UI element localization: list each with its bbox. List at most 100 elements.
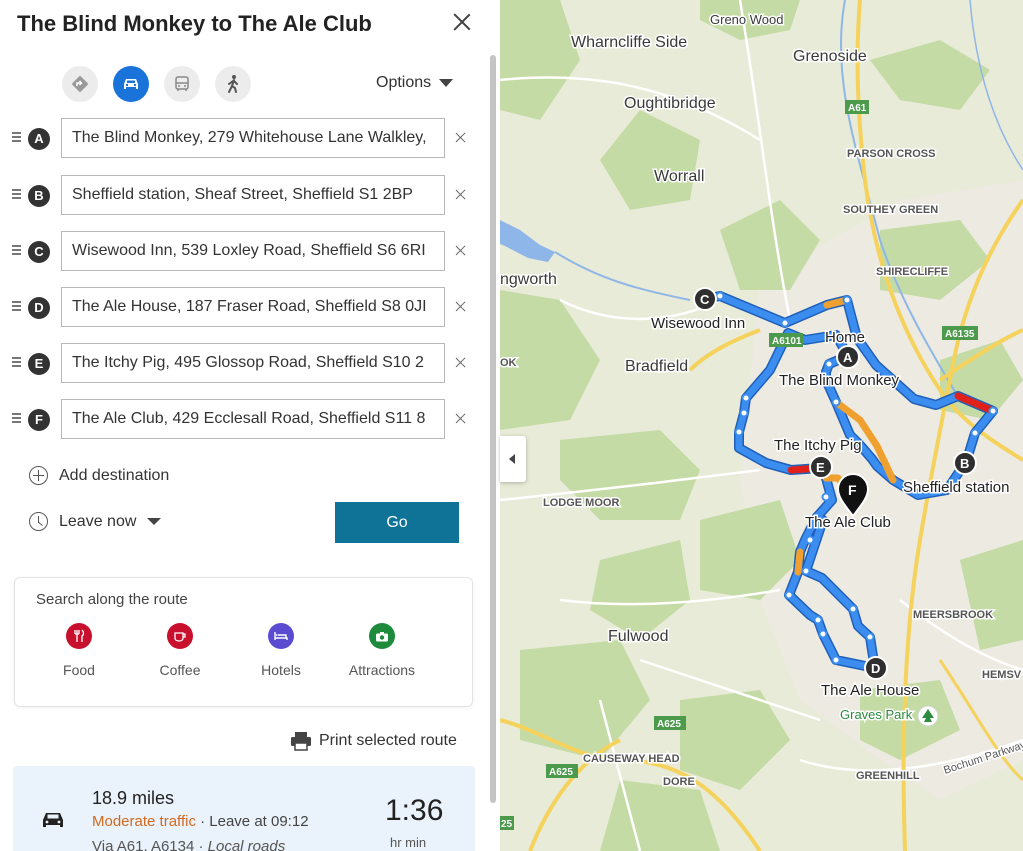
map-svg[interactable]: Greno Wood Wharncliffe Side Grenoside Ou… — [500, 0, 1023, 851]
go-button[interactable]: Go — [335, 502, 459, 543]
drag-handle-icon[interactable] — [12, 357, 21, 369]
waypoint-input-b[interactable] — [61, 175, 445, 215]
waypoint-input-f[interactable] — [61, 399, 445, 439]
traffic-label: Moderate traffic — [92, 813, 196, 830]
travel-mode-bar — [62, 66, 251, 102]
road-shield-label: 25 — [501, 819, 513, 830]
car-icon — [124, 79, 138, 89]
route-duration: 1:36 — [385, 794, 444, 827]
waypoint-row-f: F — [0, 399, 500, 439]
map-canvas[interactable]: Greno Wood Wharncliffe Side Grenoside Ou… — [500, 0, 1023, 851]
remove-waypoint-button[interactable] — [452, 410, 470, 428]
waypoint-input-d[interactable] — [61, 287, 445, 327]
fork-knife-icon — [66, 623, 92, 649]
pin-letter: F — [848, 482, 857, 498]
remove-waypoint-button[interactable] — [452, 354, 470, 372]
route-distance: 18.9 miles — [92, 788, 175, 808]
pin-label: The Ale Club — [805, 514, 891, 531]
coffee-category-button[interactable]: Coffee — [135, 623, 225, 678]
collapse-panel-button[interactable] — [500, 436, 526, 482]
print-route-label: Print selected route — [319, 732, 457, 749]
search-along-route-card: Search along the route Food Coffee Hotel… — [14, 577, 473, 707]
road-shield-label: A6101 — [772, 336, 802, 347]
walking-icon — [228, 75, 238, 93]
driving-mode-button[interactable] — [113, 66, 149, 102]
print-route-button[interactable]: Print selected route — [290, 731, 457, 751]
search-along-route-title: Search along the route — [36, 591, 188, 608]
pin-letter: A — [843, 350, 853, 365]
car-icon — [43, 813, 63, 827]
leave-now-label: Leave now — [59, 512, 137, 530]
coffee-cup-icon — [167, 623, 193, 649]
waypoint-row-d: D — [0, 287, 500, 327]
place-label: Greno Wood — [710, 12, 783, 27]
place-label: DORE — [663, 776, 695, 788]
place-label: Graves Park — [840, 707, 913, 722]
caret-down-icon — [439, 79, 454, 87]
place-label: ngworth — [500, 271, 557, 288]
waypoint-row-b: B — [0, 175, 500, 215]
place-label: Grenoside — [793, 48, 867, 65]
pin-letter: B — [960, 456, 969, 471]
place-label: PARSON CROSS — [847, 148, 935, 160]
route-summary-card[interactable]: 18.9 miles Moderate traffic · Leave at 0… — [13, 766, 475, 851]
route-diamond-icon — [72, 76, 88, 92]
pin-letter: D — [871, 661, 880, 676]
drag-handle-icon[interactable] — [12, 413, 21, 425]
road-shield-label: A625 — [549, 767, 573, 778]
place-label: Oughtibridge — [624, 95, 716, 112]
waypoint-input-e[interactable] — [61, 343, 445, 383]
route-via: Via A61, A6134 · Local roads — [92, 838, 285, 851]
pin-letter: C — [700, 292, 710, 307]
pin-label: The Blind Monkey — [779, 372, 900, 389]
remove-waypoint-button[interactable] — [452, 186, 470, 204]
close-button[interactable] — [448, 8, 476, 36]
coffee-category-label: Coffee — [159, 662, 201, 678]
road-shield-label: A6135 — [945, 329, 975, 340]
add-destination-label: Add destination — [59, 466, 170, 484]
route-duration-unit: hr min — [390, 835, 427, 850]
hotels-category-button[interactable]: Hotels — [236, 623, 326, 678]
remove-waypoint-button[interactable] — [452, 298, 470, 316]
food-category-button[interactable]: Food — [34, 623, 124, 678]
place-label: HEMSV — [982, 669, 1022, 681]
pin-label: Sheffield station — [903, 479, 1009, 496]
leave-now-dropdown[interactable]: Leave now — [29, 512, 162, 531]
place-label: Wharncliffe Side — [571, 34, 687, 51]
drag-handle-icon[interactable] — [12, 301, 21, 313]
attractions-category-button[interactable]: Attractions — [337, 623, 427, 678]
bus-icon — [175, 76, 189, 91]
walking-mode-button[interactable] — [215, 66, 251, 102]
bed-icon — [268, 623, 294, 649]
leave-at-time: · Leave at 09:12 — [195, 813, 309, 830]
pin-label: The Ale House — [821, 682, 919, 699]
drag-handle-icon[interactable] — [12, 189, 21, 201]
remove-waypoint-button[interactable] — [452, 129, 470, 147]
add-destination-button[interactable]: Add destination — [29, 466, 169, 485]
waypoint-input-c[interactable] — [61, 231, 445, 271]
best-route-mode-button[interactable] — [62, 66, 98, 102]
clock-icon — [29, 512, 48, 531]
page-title: The Blind Monkey to The Ale Club — [17, 11, 372, 36]
waypoint-letter-badge: A — [28, 128, 50, 150]
printer-icon — [291, 732, 311, 751]
place-label: MEERSBROOK — [913, 609, 993, 621]
plus-circle-icon — [29, 466, 48, 485]
place-label: GREENHILL — [856, 770, 920, 782]
transit-mode-button[interactable] — [164, 66, 200, 102]
drag-handle-icon[interactable] — [12, 132, 21, 144]
camera-icon — [369, 623, 395, 649]
drag-handle-icon[interactable] — [12, 245, 21, 257]
waypoint-input-a[interactable] — [61, 118, 445, 158]
caret-down-icon — [147, 518, 162, 525]
panel-scrollbar[interactable] — [490, 55, 496, 803]
via-roads: Via A61, A6134 · — [92, 838, 208, 851]
hotels-category-label: Hotels — [261, 662, 301, 678]
pin-letter: E — [816, 460, 825, 475]
waypoint-letter-badge: E — [28, 353, 50, 375]
place-label: OK — [500, 357, 517, 369]
road-shield-label: A61 — [848, 103, 867, 114]
remove-waypoint-button[interactable] — [452, 242, 470, 260]
waypoint-row-c: C — [0, 231, 500, 271]
options-dropdown[interactable]: Options — [376, 74, 454, 92]
